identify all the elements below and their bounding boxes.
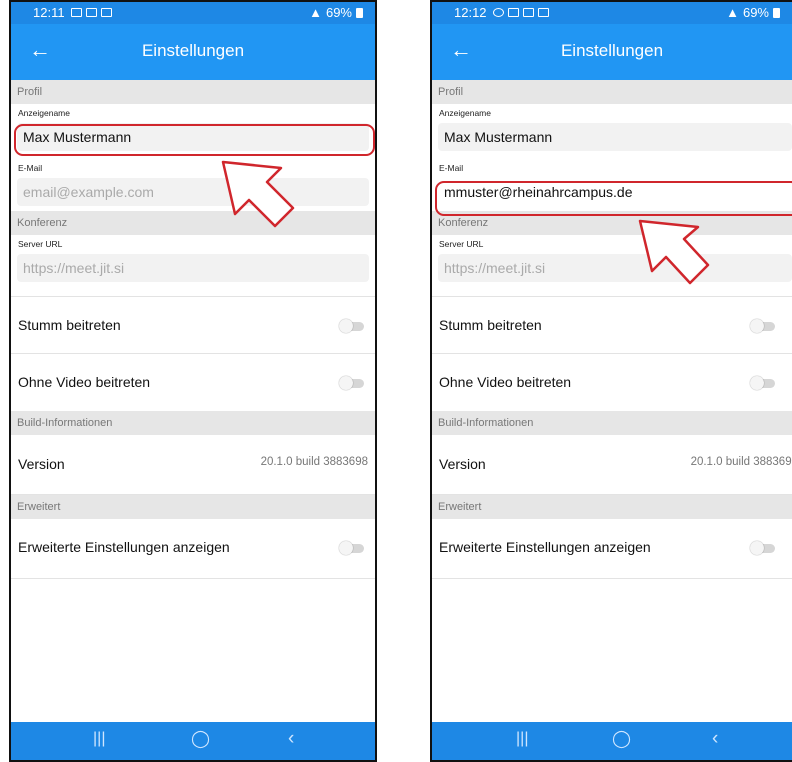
mute-row[interactable]: Stumm beitreten [11,297,375,354]
display-name-field[interactable]: Max Mustermann [438,123,792,151]
mute-toggle[interactable] [750,319,775,333]
advanced-settings-label: Erweiterte Einstellungen anzeigen [18,539,230,555]
pointer-arrow-icon [638,219,710,285]
no-video-label: Ohne Video beitreten [18,374,151,390]
app-bar: ← Einstellungen [432,24,792,80]
chevron-left-icon[interactable]: ‹ [288,728,294,750]
settings-list: Profil Anzeigename Max Mustermann E-Mail… [432,80,792,579]
section-header-advanced: Erweitert [11,495,375,519]
status-time: 12:11 [33,5,65,20]
server-url-label: Server URL [439,239,484,249]
phone-screen-right: 12:12 ▲ 69% ← Einstellungen Profil Anzei… [430,0,792,762]
notification-icons [70,8,112,17]
page-title: Einstellungen [141,41,245,60]
recents-icon[interactable]: ||| [516,730,528,748]
highlight-box-email [435,181,792,216]
recents-icon[interactable]: ||| [93,730,105,748]
advanced-settings-toggle[interactable] [750,541,775,555]
battery-level: 69% [742,5,769,20]
phone-screen-left: 12:11 ▲ 69% ← Einstellungen Profil Anzei… [9,0,377,762]
battery-level: 69% [325,5,352,20]
no-video-toggle[interactable] [750,376,775,390]
status-bar: 12:12 ▲ 69% [432,2,792,24]
app-bar: ← Einstellungen [11,24,375,80]
status-time: 12:12 [454,5,487,20]
display-name-label: Anzeigename [439,108,491,118]
signal-icon: ▲ [309,5,322,20]
chevron-left-icon[interactable]: ‹ [712,728,718,750]
battery-icon [773,7,780,18]
mute-row[interactable]: Stumm beitreten [432,297,792,354]
home-icon[interactable]: ◯ [612,729,631,749]
android-nav-bar: ||| ◯ ‹ [11,722,375,760]
server-url-field[interactable]: https://meet.jit.si [438,254,792,282]
status-bar: 12:11 ▲ 69% [11,2,375,24]
no-video-row[interactable]: Ohne Video beitreten [432,354,792,411]
section-header-build: Build-Informationen [11,411,375,435]
advanced-settings-row[interactable]: Erweiterte Einstellungen anzeigen [432,519,792,579]
version-row: Version 20.1.0 build 3883698 [432,435,792,495]
battery-icon [356,7,363,18]
page-title: Einstellungen [560,41,664,60]
email-label: E-Mail [439,163,464,173]
version-label: Version [439,456,486,472]
section-header-profile: Profil [11,80,375,104]
mute-label: Stumm beitreten [439,317,542,333]
section-header-profile: Profil [432,80,792,104]
version-value: 20.1.0 build 3883698 [260,456,368,468]
version-value: 20.1.0 build 3883698 [690,456,792,468]
advanced-settings-toggle[interactable] [339,541,364,555]
mute-toggle[interactable] [339,319,364,333]
advanced-settings-label: Erweiterte Einstellungen anzeigen [439,539,651,555]
pointer-arrow-icon [221,160,295,228]
advanced-settings-row[interactable]: Erweiterte Einstellungen anzeigen [11,519,375,579]
notification-icons [492,8,549,17]
version-row: Version 20.1.0 build 3883698 [11,435,375,495]
highlight-box-display-name [14,124,375,156]
version-label: Version [18,456,65,472]
no-video-toggle[interactable] [339,376,364,390]
section-header-build: Build-Informationen [432,411,792,435]
display-name-label: Anzeigename [18,108,70,118]
server-url-label: Server URL [18,239,63,249]
server-url-field[interactable]: https://meet.jit.si [17,254,369,282]
section-header-conference: Konferenz [11,211,375,235]
android-nav-bar: ||| ◯ ‹ [432,722,792,760]
email-field[interactable]: email@example.com [17,178,369,206]
signal-icon: ▲ [726,5,739,20]
no-video-row[interactable]: Ohne Video beitreten [11,354,375,411]
home-icon[interactable]: ◯ [191,729,210,749]
email-label: E-Mail [18,163,43,173]
no-video-label: Ohne Video beitreten [439,374,572,390]
mute-label: Stumm beitreten [18,317,121,333]
section-header-advanced: Erweitert [432,495,792,519]
